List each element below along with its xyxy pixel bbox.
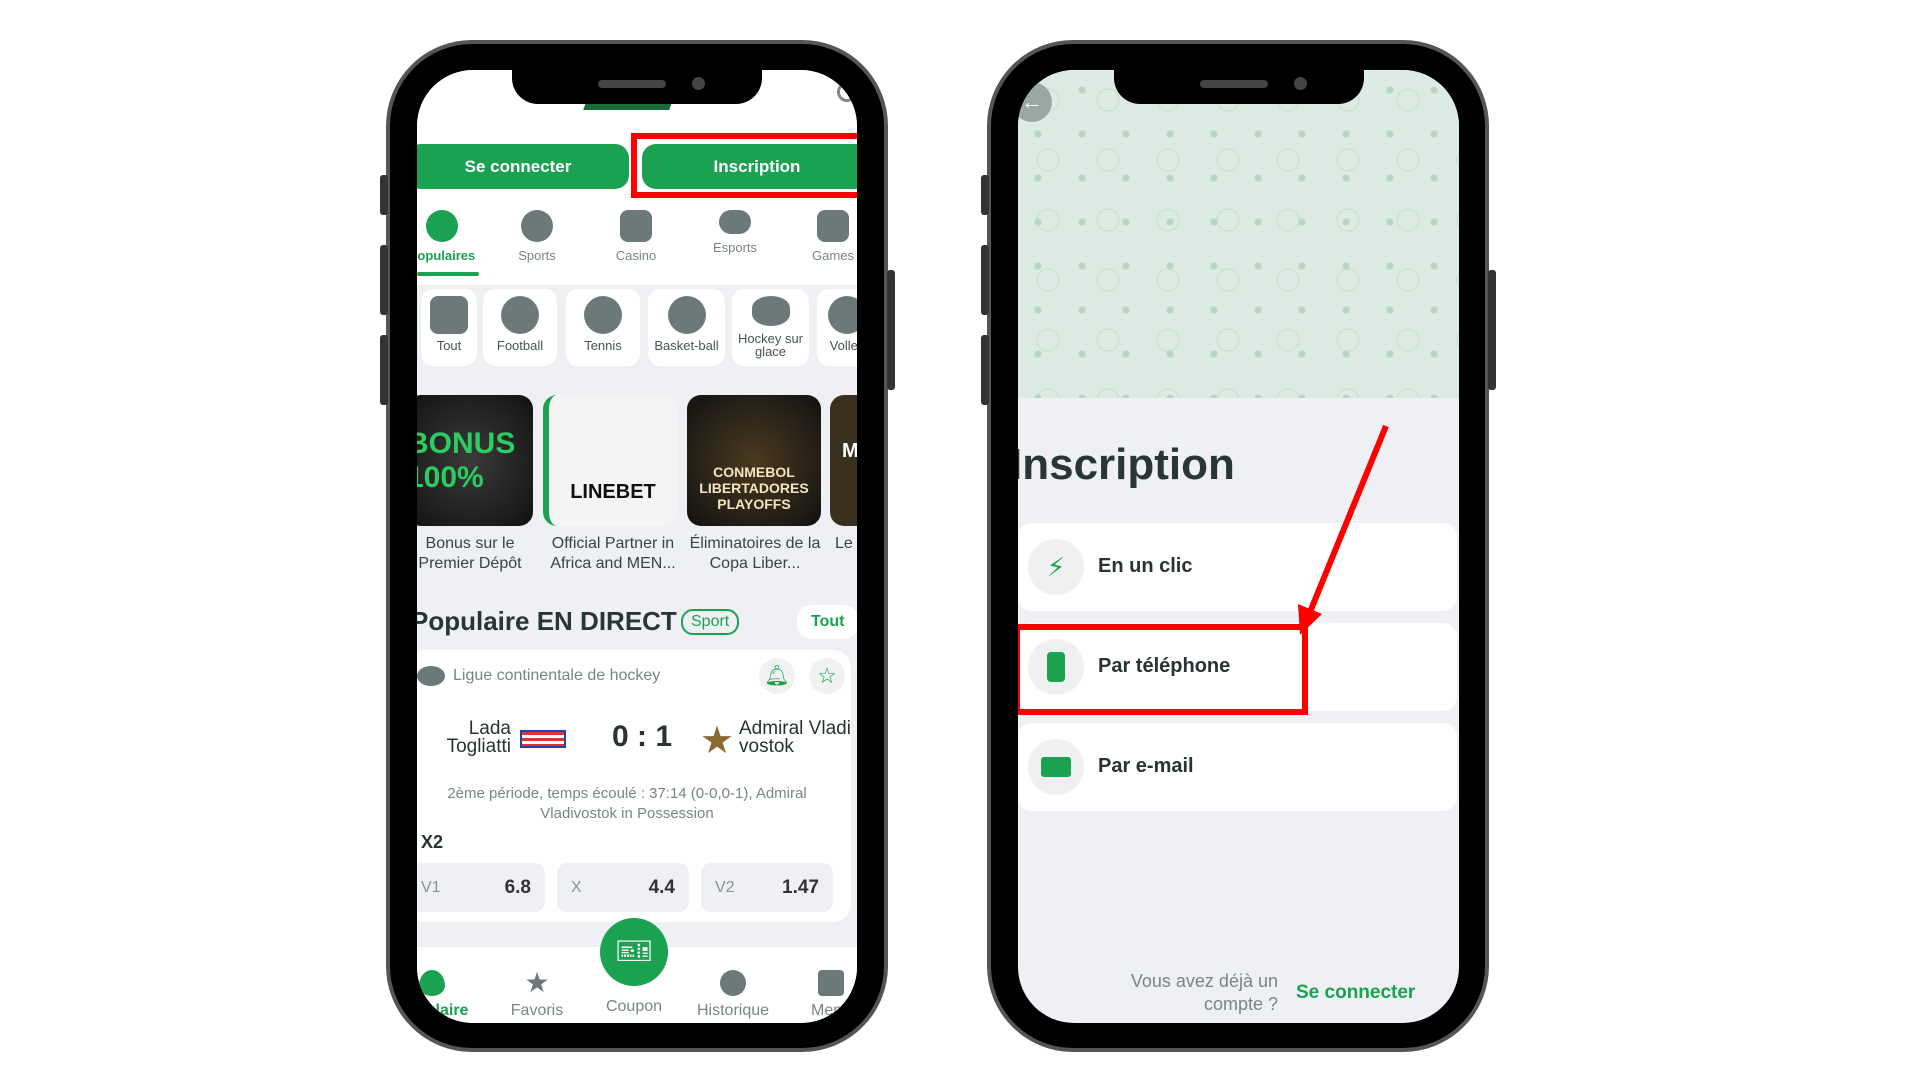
annotation-arrow (1298, 424, 1389, 635)
